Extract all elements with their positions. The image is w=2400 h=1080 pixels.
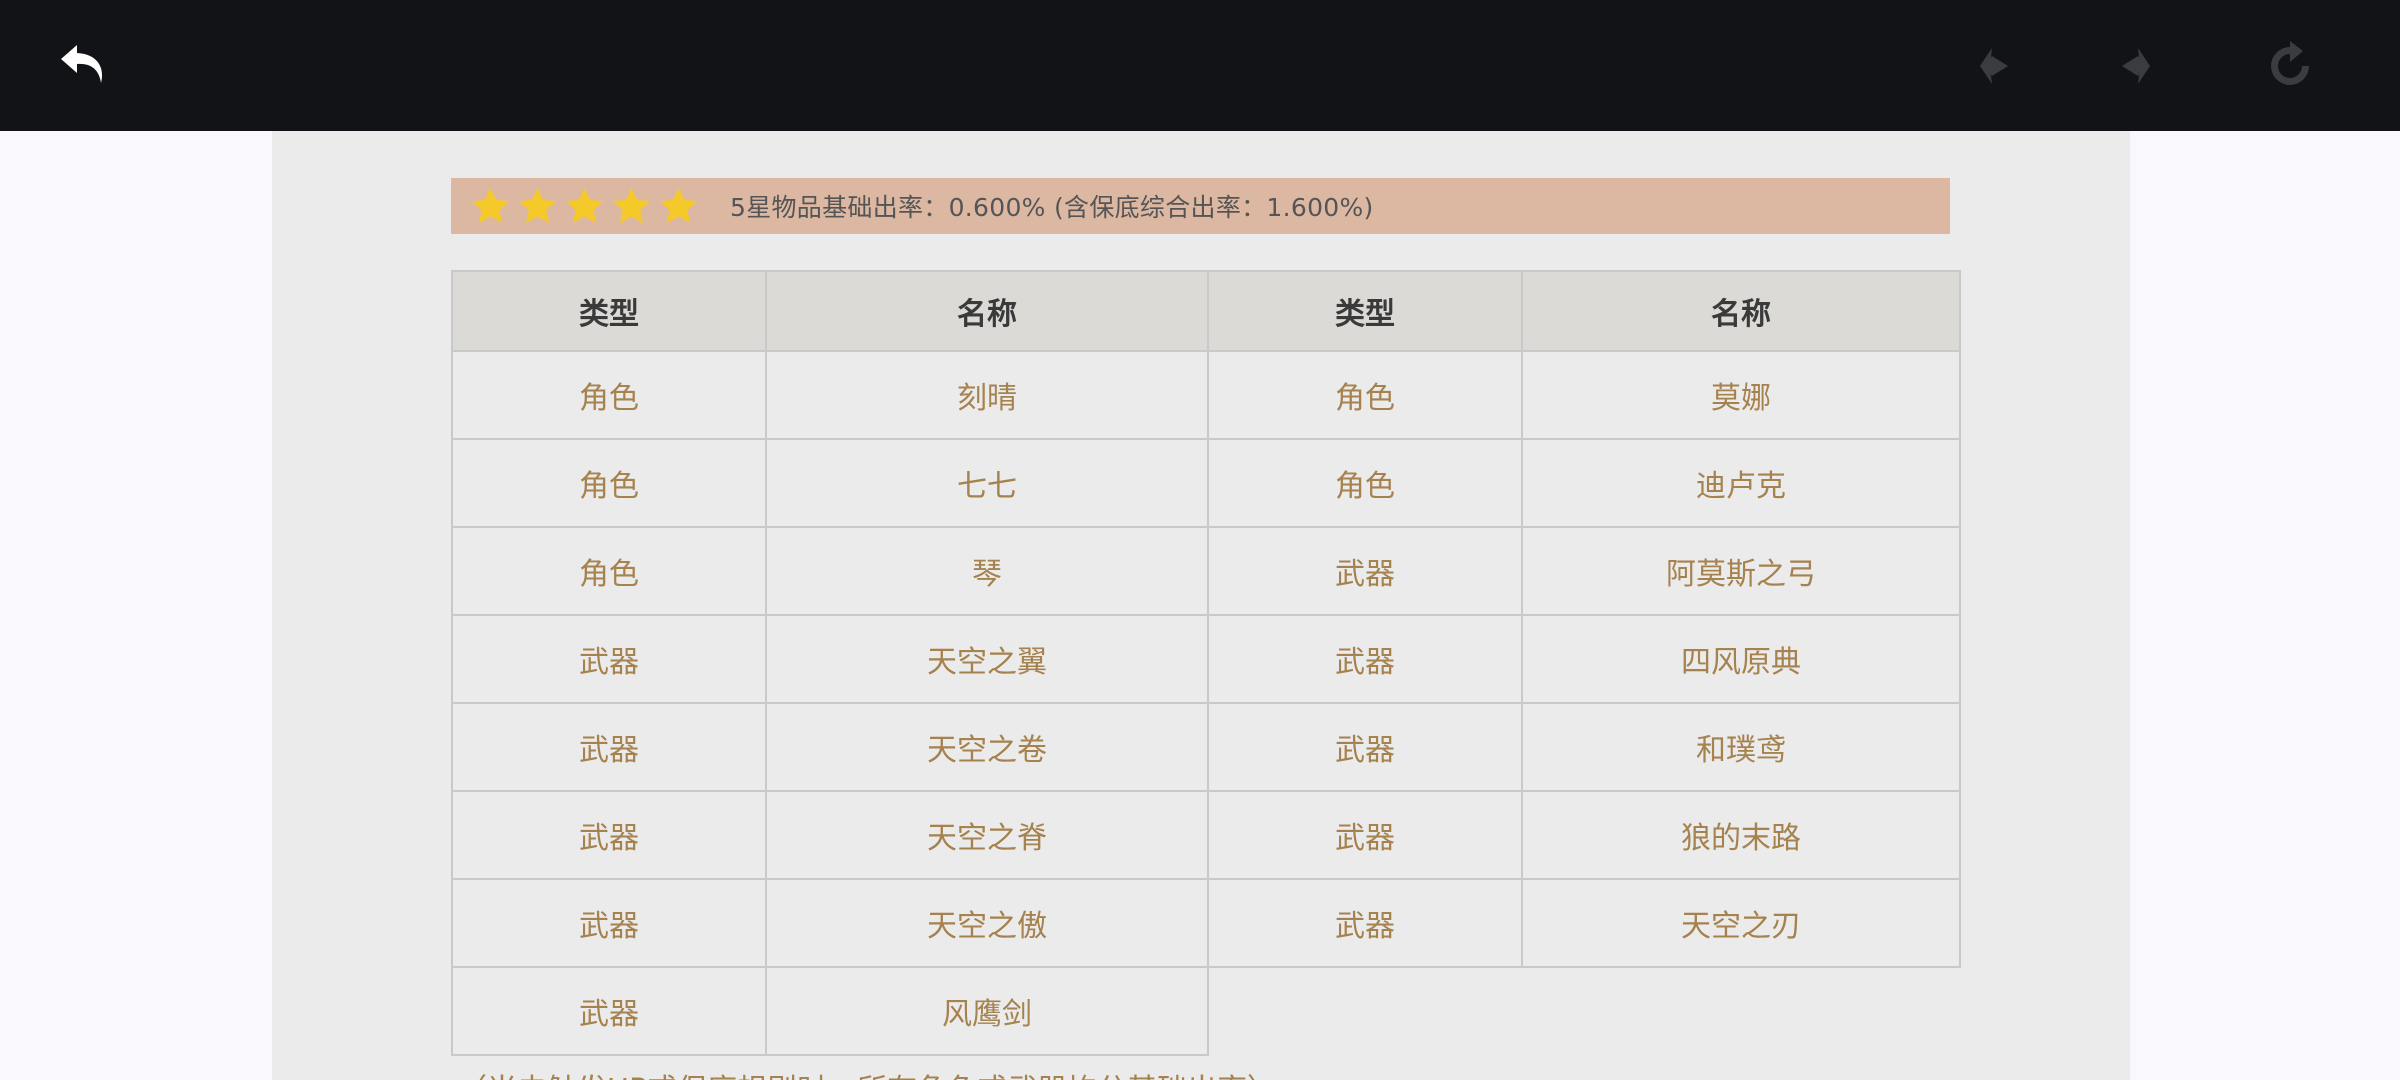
item-name-cell: 七七 (765, 438, 1209, 528)
star-icon (612, 187, 651, 223)
item-type-cell: 武器 (451, 702, 767, 792)
table-header-row: 类型 名称 类型 名称 (451, 270, 1961, 352)
empty-cell (1208, 967, 1522, 1055)
item-type-cell: 武器 (1207, 526, 1523, 616)
item-name-cell: 狼的末路 (1521, 790, 1961, 880)
item-name-cell: 莫娜 (1521, 350, 1961, 440)
item-type-cell: 武器 (451, 614, 767, 704)
header-type: 类型 (1207, 270, 1523, 352)
back-icon[interactable] (53, 36, 113, 96)
header-type: 类型 (451, 270, 767, 352)
item-type-cell: 武器 (451, 878, 767, 968)
item-name-cell: 琴 (765, 526, 1209, 616)
table-row: 角色琴武器 阿莫斯之弓 (451, 526, 1961, 616)
five-star-rate-banner: 5星物品基础出率：0.600% (含保底综合出率：1.600%) (451, 178, 1950, 234)
table-row: 武器 风鹰剑 (451, 966, 1960, 1056)
item-name-cell: 天空之刃 (1521, 878, 1961, 968)
item-name-cell: 天空之傲 (765, 878, 1209, 968)
header-name: 名称 (1521, 270, 1961, 352)
refresh-icon[interactable] (2260, 36, 2320, 96)
star-icon (518, 187, 557, 223)
item-name-cell: 和璞鸢 (1521, 702, 1961, 792)
item-type-cell: 角色 (1207, 350, 1523, 440)
item-name-cell: 天空之翼 (765, 614, 1209, 704)
item-name-cell: 阿莫斯之弓 (1521, 526, 1961, 616)
star-icon (659, 187, 698, 223)
top-toolbar (0, 0, 2400, 131)
item-type-cell: 武器 (1207, 878, 1523, 968)
star-icon (471, 187, 510, 223)
item-name-cell: 刻晴 (765, 350, 1209, 440)
rarity-stars (469, 185, 700, 228)
star-icon (565, 187, 604, 223)
table-row: 武器 天空之翼 武器 四风原典 (451, 614, 1961, 704)
item-type-cell: 武器 (1207, 790, 1523, 880)
table-row: 武器 天空之卷 武器 和璞鸢 (451, 702, 1961, 792)
item-type-cell: 武器 (1207, 702, 1523, 792)
item-type-cell: 角色 (451, 526, 767, 616)
header-name: 名称 (765, 270, 1209, 352)
next-page-icon[interactable] (2108, 36, 2168, 96)
item-name-cell: 风鹰剑 (765, 966, 1209, 1056)
table-row: 武器 天空之傲 武器 天空之刃 (451, 878, 1961, 968)
empty-cell (1522, 967, 1960, 1055)
item-type-cell: 角色 (1207, 438, 1523, 528)
rate-text: 5星物品基础出率：0.600% (含保底综合出率：1.600%) (730, 193, 1374, 222)
item-name-cell: 四风原典 (1521, 614, 1961, 704)
previous-page-icon[interactable] (1962, 36, 2022, 96)
item-name-cell: 天空之卷 (765, 702, 1209, 792)
item-type-cell: 武器 (451, 790, 767, 880)
item-type-cell: 角色 (451, 350, 767, 440)
table-row: 角色 刻晴 角色 莫娜 (451, 350, 1961, 440)
item-name-cell: 迪卢克 (1521, 438, 1961, 528)
item-type-cell: 角色 (451, 438, 767, 528)
footnote: （当未触发UP或保底规则时，所有角色或武器均分基础出率） (457, 1065, 1277, 1080)
table-row: 武器 天空之脊 武器 狼的末路 (451, 790, 1961, 880)
gacha-details-panel: 5星物品基础出率：0.600% (含保底综合出率：1.600%) 类型 名称 类… (272, 131, 2130, 1080)
table-row: 角色 七七 角色 迪卢克 (451, 438, 1961, 528)
item-name-cell: 天空之脊 (765, 790, 1209, 880)
item-type-cell: 武器 (1207, 614, 1523, 704)
item-type-cell: 武器 (451, 966, 767, 1056)
item-pool-table: 类型 名称 类型 名称 角色 刻晴 角色 莫娜 角色 七七 角色 迪卢克 角色琴武器 阿莫斯之弓武… (451, 270, 1961, 1056)
